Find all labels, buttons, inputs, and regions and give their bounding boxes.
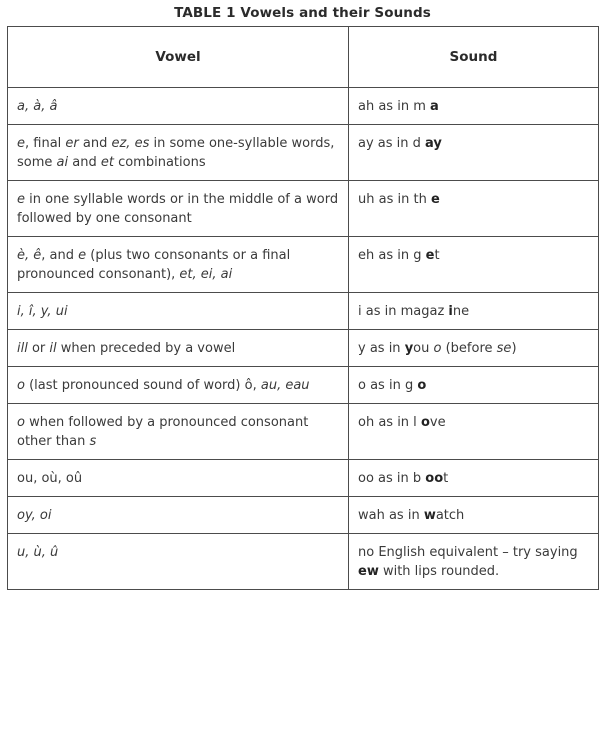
- vowel-text: o when followed by a pronounced consonan…: [17, 415, 309, 449]
- cell-sound: wah as in watch: [348, 496, 599, 534]
- cell-sound: oh as in l ove: [348, 403, 599, 460]
- cell-vowel: o when followed by a pronounced consonan…: [7, 403, 349, 460]
- vowel-text: i, î, y, ui: [17, 304, 68, 319]
- sound-text: oh as in l ove: [358, 415, 446, 430]
- vowel-text: e in one syllable words or in the middle…: [17, 192, 339, 226]
- sound-text: o as in g o: [358, 378, 427, 393]
- sound-text: y as in you o (before se): [358, 341, 517, 356]
- vowel-text: ill or il when preceded by a vowel: [17, 341, 236, 356]
- table-row: e, final er and ez, es in some one-sylla…: [7, 124, 599, 181]
- cell-sound: o as in g o: [348, 366, 599, 404]
- cell-sound: ah as in m a: [348, 87, 599, 125]
- cell-vowel: a, à, â: [7, 87, 349, 125]
- vowel-text: u, ù, û: [17, 545, 59, 560]
- table-row: e in one syllable words or in the middle…: [7, 180, 599, 237]
- table-body: a, à, â ah as in m a e, final er and ez, e…: [7, 87, 599, 590]
- vowel-text: è, ê, and e (plus two consonants or a fi…: [17, 248, 291, 282]
- cell-sound: y as in you o (before se): [348, 329, 599, 367]
- table-container: Vowel Sound a, à, â ah as in m a e, final …: [7, 26, 599, 590]
- table-row: oy, oi wah as in watch: [7, 496, 599, 534]
- vowel-text: a, à, â: [17, 99, 58, 114]
- sound-text: uh as in th e: [358, 192, 440, 207]
- sound-text: oo as in b oot: [358, 471, 449, 486]
- cell-vowel: ou, où, oû: [7, 459, 349, 497]
- cell-sound: ay as in d ay: [348, 124, 599, 181]
- sound-text: no English equivalent – try saying ew wi…: [358, 545, 578, 579]
- vowels-table: Vowel Sound a, à, â ah as in m a e, final …: [7, 26, 599, 590]
- sound-text: ah as in m a: [358, 99, 439, 114]
- sound-text: wah as in watch: [358, 508, 465, 523]
- cell-vowel: e in one syllable words or in the middle…: [7, 180, 349, 237]
- table-row: o (last pronounced sound of word) ô, au,…: [7, 366, 599, 404]
- table-row: a, à, â ah as in m a: [7, 87, 599, 125]
- cell-vowel: e, final er and ez, es in some one-sylla…: [7, 124, 349, 181]
- vowel-text: o (last pronounced sound of word) ô, au,…: [17, 378, 310, 393]
- cell-vowel: i, î, y, ui: [7, 292, 349, 330]
- cell-sound: i as in magaz ine: [348, 292, 599, 330]
- cell-vowel: è, ê, and e (plus two consonants or a fi…: [7, 236, 349, 293]
- table-header-row: Vowel Sound: [7, 26, 599, 88]
- sound-text: i as in magaz ine: [358, 304, 470, 319]
- cell-vowel: oy, oi: [7, 496, 349, 534]
- cell-sound: uh as in th e: [348, 180, 599, 237]
- table-header: Vowel Sound: [7, 26, 599, 88]
- table-page: TABLE 1 Vowels and their Sounds Vowel So…: [0, 0, 605, 740]
- page-title: TABLE 1 Vowels and their Sounds: [174, 5, 431, 21]
- cell-sound: oo as in b oot: [348, 459, 599, 497]
- cell-sound: no English equivalent – try saying ew wi…: [348, 533, 599, 590]
- vowel-text: oy, oi: [17, 508, 52, 523]
- column-header-vowel: Vowel: [7, 26, 349, 88]
- cell-vowel: u, ù, û: [7, 533, 349, 590]
- table-row: u, ù, û no English equivalent – try sayin…: [7, 533, 599, 590]
- table-row: o when followed by a pronounced consonan…: [7, 403, 599, 460]
- column-header-sound: Sound: [348, 26, 599, 88]
- table-row: ill or il when preceded by a vowel y as i…: [7, 329, 599, 367]
- sound-text: ay as in d ay: [358, 136, 442, 151]
- table-row: i, î, y, ui i as in magaz ine: [7, 292, 599, 330]
- vowel-text: ou, où, oû: [17, 471, 83, 486]
- table-row: ou, où, oû oo as in b oot: [7, 459, 599, 497]
- cell-vowel: o (last pronounced sound of word) ô, au,…: [7, 366, 349, 404]
- table-row: è, ê, and e (plus two consonants or a fi…: [7, 236, 599, 293]
- cell-sound: eh as in g et: [348, 236, 599, 293]
- cell-vowel: ill or il when preceded by a vowel: [7, 329, 349, 367]
- sound-text: eh as in g et: [358, 248, 440, 263]
- vowel-text: e, final er and ez, es in some one-sylla…: [17, 136, 335, 170]
